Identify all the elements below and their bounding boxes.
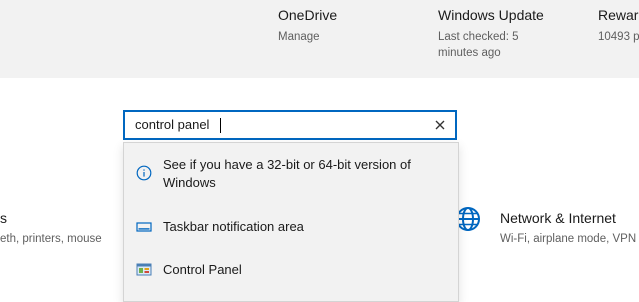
header-item-windows-update[interactable]: Windows Update Last checked: 5 minutes a…: [438, 7, 556, 61]
suggestion-label: See if you have a 32-bit or 64-bit versi…: [163, 157, 411, 190]
control-panel-icon: [136, 263, 152, 276]
suggestion-item-taskbar[interactable]: Taskbar notification area: [124, 213, 458, 241]
header-band: OneDrive Manage Windows Update Last chec…: [0, 0, 639, 78]
search-box: [123, 110, 457, 140]
suggestion-label: Control Panel: [163, 262, 242, 277]
header-item-subtitle: Last checked: 5 minutes ago: [438, 31, 519, 59]
suggestion-item-bit-version[interactable]: See if you have a 32-bit or 64-bit versi…: [124, 143, 458, 201]
category-network-internet[interactable]: Network & Internet Wi-Fi, airplane mode,…: [500, 210, 639, 246]
category-subtitle: Wi-Fi, airplane mode, VPN: [500, 233, 637, 245]
suggestion-item-control-panel[interactable]: Control Panel: [124, 257, 458, 285]
close-icon[interactable]: [431, 116, 449, 134]
search-input[interactable]: [135, 112, 425, 138]
taskbar-icon: [136, 222, 152, 232]
header-item-title: OneDrive: [278, 7, 338, 23]
text-caret: [220, 118, 221, 133]
suggestion-label: Taskbar notification area: [163, 219, 304, 234]
header-item-onedrive[interactable]: OneDrive Manage: [278, 7, 418, 45]
category-title: s: [0, 210, 7, 226]
search-suggestions: See if you have a 32-bit or 64-bit versi…: [123, 142, 459, 302]
header-item-subtitle[interactable]: Manage: [278, 29, 418, 45]
header-item-title: Reward: [598, 7, 639, 23]
category-devices[interactable]: s eth, printers, mouse: [0, 210, 120, 246]
info-icon: [136, 165, 152, 181]
category-title: Network & Internet: [500, 210, 616, 226]
header-item-title: Windows Update: [438, 7, 544, 23]
category-subtitle: eth, printers, mouse: [0, 233, 102, 245]
header-item-subtitle: 10493 p: [598, 31, 639, 43]
header-item-rewards[interactable]: Reward 10493 p: [598, 7, 639, 45]
